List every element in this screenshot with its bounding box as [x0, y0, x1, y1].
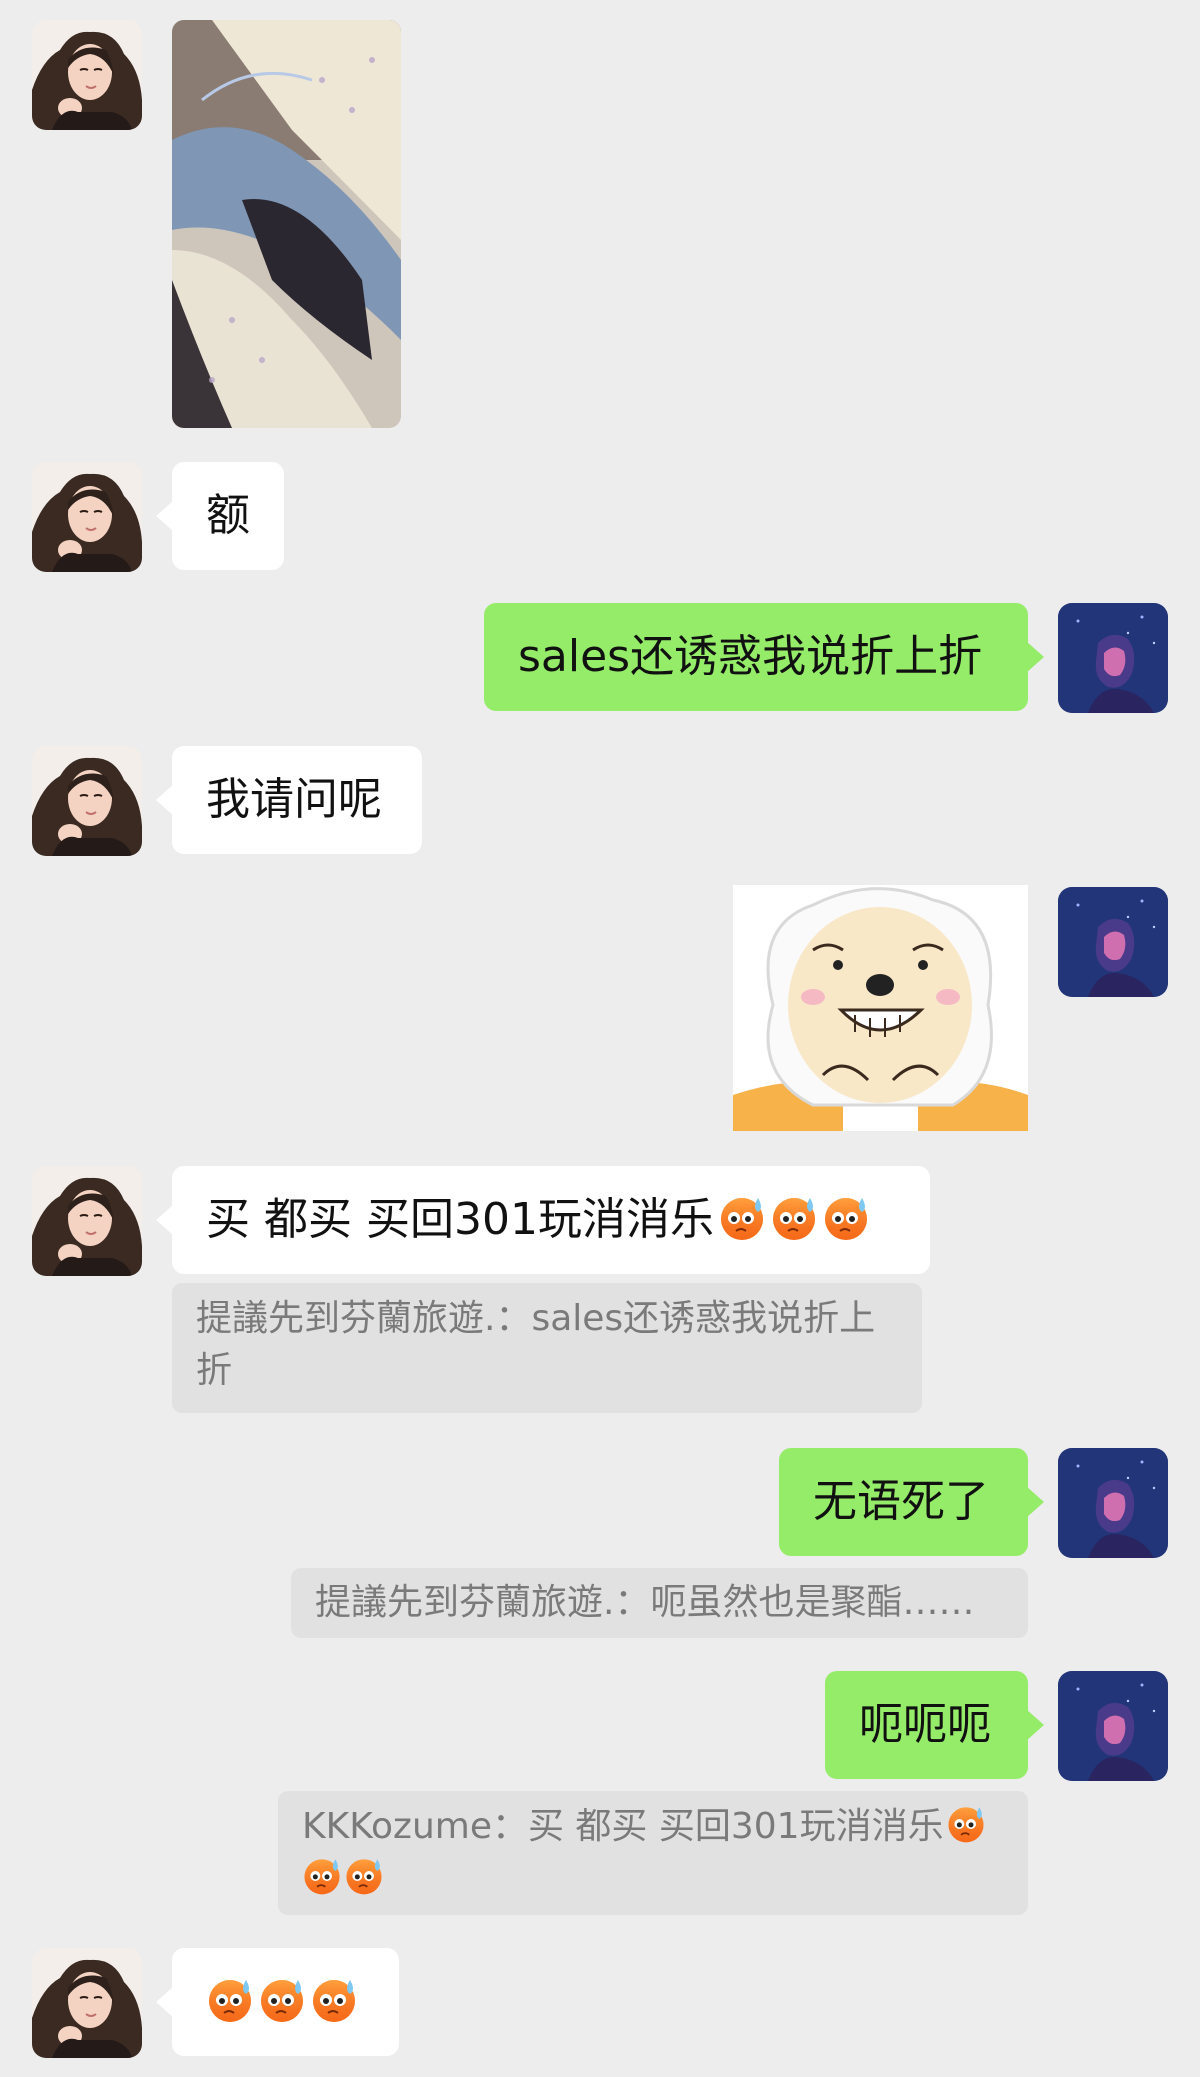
avatar-contact[interactable] [32, 1948, 142, 2058]
avatar-self[interactable] [1058, 1448, 1168, 1558]
quoted-reply[interactable]: 提議先到芬蘭旅遊.：sales还诱惑我说折上折 [172, 1283, 922, 1413]
sweat-face-icon [344, 1856, 384, 1896]
avatar-self[interactable] [1058, 1671, 1168, 1781]
message-text: 我请问呢 [206, 774, 382, 825]
avatar-self[interactable] [1058, 603, 1168, 713]
message-text: 呃呃呃 [859, 1699, 991, 1750]
sweat-face-icon [822, 1194, 870, 1242]
message-bubble-contact[interactable]: 额 [156, 462, 284, 570]
message-bubble-contact[interactable]: 买 都买 买回301玩消消乐 [156, 1166, 930, 1274]
sweat-face-icon [206, 1976, 254, 2024]
sweat-face-icon [718, 1194, 766, 1242]
message-text: 买 都买 买回301玩消消乐 [206, 1194, 714, 1245]
avatar-contact[interactable] [32, 746, 142, 856]
sweat-face-icon [946, 1804, 986, 1844]
sweat-face-icon [302, 1856, 342, 1896]
message-bubble-contact[interactable] [156, 1948, 399, 2056]
avatar-self[interactable] [1058, 887, 1168, 997]
sweat-face-icon [258, 1976, 306, 2024]
message-bubble-contact[interactable]: 我请问呢 [156, 746, 422, 854]
avatar-contact[interactable] [32, 20, 142, 130]
message-text: sales还诱惑我说折上折 [518, 631, 983, 682]
message-bubble-self[interactable]: 无语死了 [779, 1448, 1044, 1556]
avatar-contact[interactable] [32, 462, 142, 572]
quoted-reply[interactable]: KKKozume：买 都买 买回301玩消消乐 [278, 1791, 1028, 1915]
photo-message-clothes[interactable] [172, 20, 401, 428]
quote-text: 提議先到芬蘭旅遊.：呃虽然也是聚酯…… [315, 1582, 975, 1623]
avatar-contact[interactable] [32, 1166, 142, 1276]
quoted-reply[interactable]: 提議先到芬蘭旅遊.：呃虽然也是聚酯…… [291, 1568, 1028, 1638]
quote-text: KKKozume：买 都买 买回301玩消消乐 [302, 1806, 944, 1847]
message-text: 无语死了 [813, 1476, 989, 1527]
message-text: 额 [206, 490, 250, 541]
message-bubble-self[interactable]: sales还诱惑我说折上折 [484, 603, 1044, 711]
sweat-face-icon [770, 1194, 818, 1242]
message-bubble-self[interactable]: 呃呃呃 [825, 1671, 1044, 1779]
quote-text: 提議先到芬蘭旅遊.：sales还诱惑我说折上折 [196, 1298, 876, 1391]
sticker-message-sheep[interactable] [733, 885, 1028, 1131]
sweat-face-icon [310, 1976, 358, 2024]
